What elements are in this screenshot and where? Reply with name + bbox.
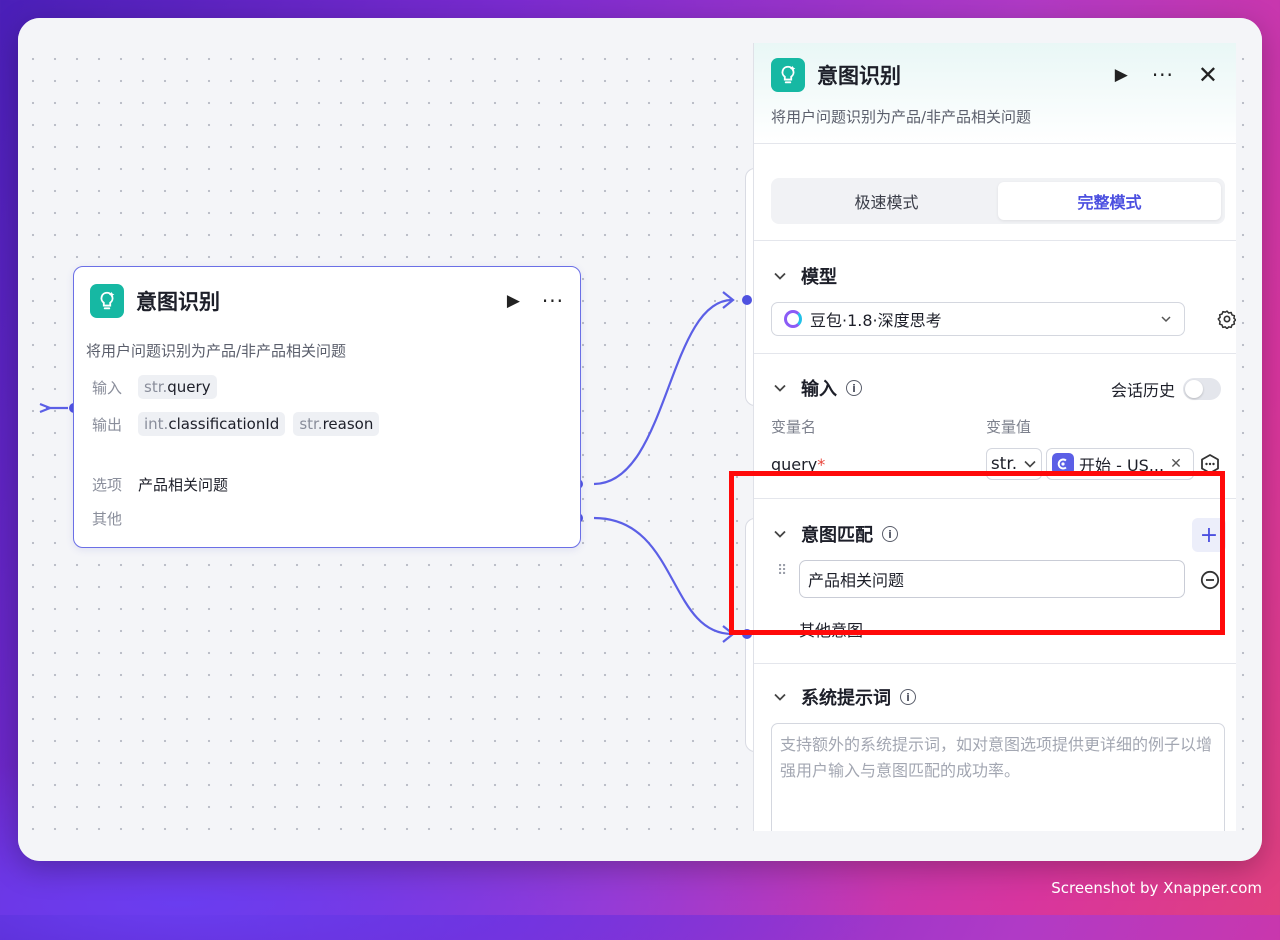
- chevron-down-icon: [1024, 460, 1036, 468]
- selected-model: 豆包·1.8·深度思考: [810, 311, 942, 330]
- node-title: 意图识别: [136, 290, 220, 314]
- node-input-row: 输入 str.query: [92, 375, 225, 399]
- col-variable-name: 变量名: [771, 418, 817, 436]
- node-header: 意图识别 ▶ ···: [90, 283, 564, 319]
- info-icon[interactable]: i: [846, 380, 862, 396]
- node-option-row: 选项 产品相关问题: [92, 474, 228, 495]
- lightbulb-icon: [771, 58, 805, 92]
- target-port-top[interactable]: [742, 295, 752, 305]
- option-label: 选项: [92, 476, 123, 494]
- divider: [754, 663, 1236, 664]
- prompt-section-title: 系统提示词: [801, 688, 891, 709]
- run-node-icon[interactable]: ▶: [507, 291, 520, 311]
- info-icon[interactable]: i: [900, 689, 916, 705]
- input-variable-tag: str.query: [138, 375, 217, 399]
- mode-switcher: 极速模式 完整模式: [771, 178, 1225, 224]
- chevron-down-icon[interactable]: [773, 381, 787, 395]
- more-options-icon[interactable]: ···: [1152, 63, 1174, 87]
- panel-header: 意图识别 ▶ ··· ✕ 将用户问题识别为产品/非产品相关问题: [754, 43, 1236, 144]
- node-description: 将用户问题识别为产品/非产品相关问题: [86, 342, 347, 360]
- chat-history-control: 会话历史: [1111, 377, 1222, 401]
- option-value: 产品相关问题: [138, 476, 229, 494]
- doubao-logo-icon: [784, 310, 802, 328]
- node-output-row: 输出 int.classificationId str.reason: [92, 412, 387, 436]
- tab-fast-mode[interactable]: 极速模式: [775, 182, 998, 220]
- col-variable-value: 变量值: [986, 418, 1032, 436]
- run-node-icon[interactable]: ▶: [1115, 65, 1128, 85]
- other-label: 其他: [92, 510, 123, 528]
- gear-icon[interactable]: [1217, 309, 1236, 329]
- model-section-title: 模型: [801, 267, 837, 288]
- output-variable-tag: str.reason: [293, 412, 380, 436]
- node-config-panel: 意图识别 ▶ ··· ✕ 将用户问题识别为产品/非产品相关问题 极速模式 完整模…: [753, 43, 1236, 861]
- model-select[interactable]: 豆包·1.8·深度思考: [771, 302, 1185, 336]
- workflow-canvas[interactable]: 意图识别 ▶ ··· 将用户问题识别为产品/非产品相关问题 输入 str.que…: [18, 18, 1262, 861]
- watermark: Screenshot by Xnapper.com: [1051, 879, 1262, 897]
- model-section-header[interactable]: 模型: [773, 263, 837, 289]
- lightbulb-icon: [90, 284, 124, 318]
- divider: [754, 240, 1236, 241]
- panel-description[interactable]: 将用户问题识别为产品/非产品相关问题: [771, 106, 1031, 127]
- output-variable-tag: int.classificationId: [138, 412, 286, 436]
- divider: [754, 353, 1236, 354]
- chevron-down-icon: [1161, 316, 1171, 323]
- system-prompt-textarea[interactable]: 支持额外的系统提示词，如对意图选项提供更详细的例子以增强用户输入与意图匹配的成功…: [771, 723, 1225, 845]
- output-label: 输出: [92, 415, 123, 434]
- chevron-down-icon[interactable]: [773, 690, 787, 704]
- chevron-down-icon[interactable]: [773, 269, 787, 283]
- intent-recognition-node[interactable]: 意图识别 ▶ ··· 将用户问题识别为产品/非产品相关问题 输入 str.que…: [73, 266, 581, 548]
- close-icon[interactable]: ✕: [1198, 63, 1218, 87]
- panel-title[interactable]: 意图识别: [817, 60, 901, 90]
- prompt-section-header[interactable]: 系统提示词 i: [773, 684, 916, 710]
- history-label: 会话历史: [1111, 381, 1176, 400]
- input-section-title: 输入: [801, 379, 837, 400]
- more-options-icon[interactable]: ···: [542, 289, 564, 313]
- input-label: 输入: [92, 378, 123, 397]
- wire-option-other: [593, 516, 733, 636]
- tab-full-mode[interactable]: 完整模式: [998, 182, 1221, 220]
- history-toggle[interactable]: [1183, 378, 1222, 400]
- node-other-row: 其他: [92, 508, 138, 529]
- input-section-header[interactable]: 输入 i: [773, 375, 862, 401]
- wire-option-product: [593, 298, 733, 486]
- remove-reference-icon[interactable]: ✕: [1170, 456, 1182, 472]
- highlight-box: [729, 471, 1225, 635]
